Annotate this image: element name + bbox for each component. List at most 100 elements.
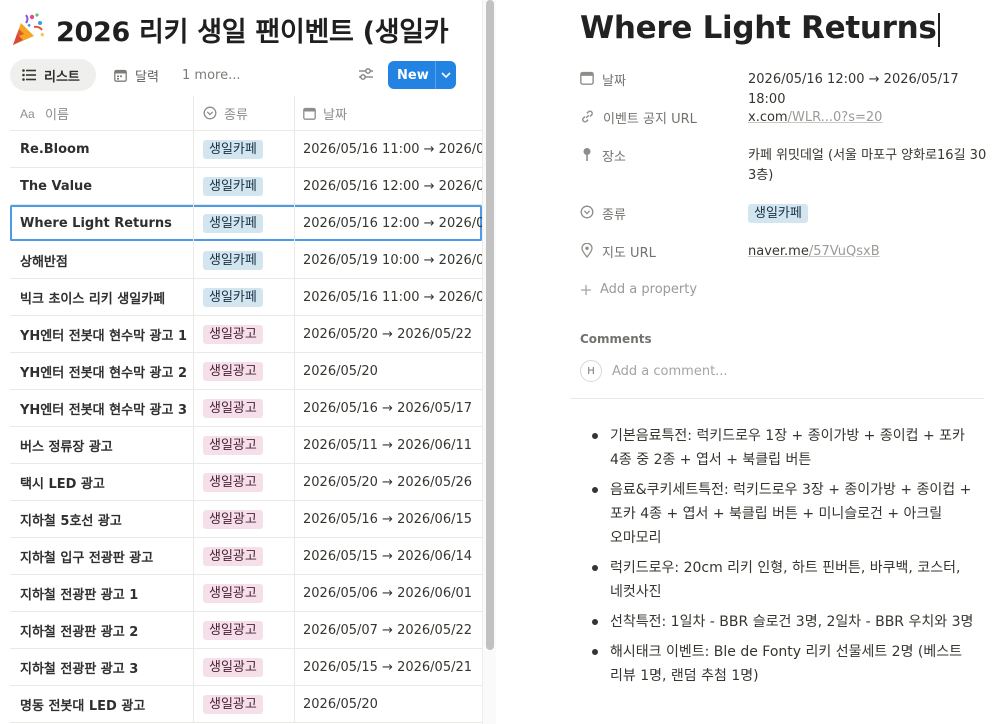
- property-key-type[interactable]: 종류: [580, 204, 748, 224]
- property-key-map-url[interactable]: 지도 URL: [580, 242, 748, 262]
- row-date-cell[interactable]: 2026/05/06 → 2026/06/01: [295, 575, 482, 611]
- bullet-item[interactable]: 해시태크 이벤트: Ble de Fonty 리키 선물세트 2명 (베스트 리…: [592, 640, 984, 688]
- property-value-type[interactable]: 생일카페: [748, 204, 990, 224]
- row-type-cell[interactable]: 생일광고: [194, 390, 295, 426]
- row-date-cell[interactable]: 2026/05/20 → 2026/05/22: [295, 316, 482, 352]
- table-row[interactable]: YH엔터 전봇대 현수막 광고 2 생일광고 2026/05/20: [10, 353, 482, 390]
- property-key-date[interactable]: 날짜: [580, 70, 748, 110]
- bullet-text[interactable]: 기본음료특전: 럭키드로우 1장 + 종이가방 + 종이컵 + 포카 4종 중 …: [610, 428, 965, 468]
- row-type-cell[interactable]: 생일카페: [194, 242, 295, 278]
- bullet-item[interactable]: 선착특전: 1일차 - BBR 슬로건 3명, 2일차 - BBR 우치와 3명: [592, 610, 984, 634]
- page-title-text[interactable]: Where Light Returns: [580, 10, 937, 46]
- event-url-path[interactable]: /WLR...0?s=20: [788, 110, 883, 125]
- row-type-cell[interactable]: 생일광고: [194, 686, 295, 722]
- row-name-cell[interactable]: 버스 정류장 광고: [10, 427, 194, 463]
- row-date-cell[interactable]: 2026/05/16 → 2026/06/15: [295, 501, 482, 537]
- row-type-cell[interactable]: 생일광고: [194, 538, 295, 574]
- table-row[interactable]: 빅크 초이스 리키 생일카페 생일카페 2026/05/16 11:00 → 202…: [10, 279, 482, 316]
- row-date-cell[interactable]: 2026/05/16 12:00 → 2026/05: [295, 205, 482, 241]
- column-header-date[interactable]: 날짜: [295, 96, 482, 130]
- property-value-map-url[interactable]: naver.me/57VuQsxB: [748, 242, 990, 262]
- row-date-cell[interactable]: 2026/05/07 → 2026/05/22: [295, 612, 482, 648]
- row-name-cell[interactable]: YH엔터 전봇대 현수막 광고 1: [10, 316, 194, 352]
- row-type-cell[interactable]: 생일광고: [194, 612, 295, 648]
- bullet-text[interactable]: 럭키드로우: 20cm 리키 인형, 하트 핀버튼, 바쿠백, 코스터, 네컷사…: [610, 560, 960, 600]
- row-name-cell[interactable]: 빅크 초이스 리키 생일카페: [10, 279, 194, 315]
- row-name-cell[interactable]: YH엔터 전봇대 현수막 광고 2: [10, 353, 194, 389]
- row-type-cell[interactable]: 생일광고: [194, 649, 295, 685]
- table-row[interactable]: 버스 정류장 광고 생일광고 2026/05/11 → 2026/06/11: [10, 427, 482, 464]
- table-row[interactable]: 지하철 전광판 광고 1 생일광고 2026/05/06 → 2026/06/01: [10, 575, 482, 612]
- property-value-place[interactable]: 카페 위밋데얼 (서울 마포구 양화로16길 30 3층): [748, 146, 990, 186]
- property-event-url[interactable]: 이벤트 공지 URL x.com/WLR...0?s=20: [580, 108, 990, 128]
- comment-input[interactable]: Add a comment...: [612, 364, 728, 379]
- table-row[interactable]: 명동 전봇대 LED 광고 생일광고 2026/05/20: [10, 686, 482, 723]
- row-name-cell[interactable]: 지하철 전광판 광고 1: [10, 575, 194, 611]
- property-map-url[interactable]: 지도 URL naver.me/57VuQsxB: [580, 242, 990, 262]
- add-property-button[interactable]: Add a property: [580, 282, 697, 297]
- row-name-cell[interactable]: 명동 전봇대 LED 광고: [10, 686, 194, 722]
- property-key-place[interactable]: 장소: [580, 146, 748, 186]
- map-url-domain[interactable]: naver.me: [748, 244, 809, 259]
- more-views-button[interactable]: 1 more...: [182, 59, 240, 91]
- row-type-cell[interactable]: 생일카페: [194, 279, 295, 315]
- row-type-cell[interactable]: 생일카페: [194, 205, 295, 241]
- type-tag[interactable]: 생일카페: [748, 204, 808, 223]
- property-type[interactable]: 종류 생일카페: [580, 204, 990, 224]
- row-type-cell[interactable]: 생일광고: [194, 427, 295, 463]
- table-row[interactable]: 상해반점 생일카페 2026/05/19 10:00 → 2026/05: [10, 242, 482, 279]
- row-name-cell[interactable]: YH엔터 전봇대 현수막 광고 3: [10, 390, 194, 426]
- row-date-cell[interactable]: 2026/05/16 → 2026/05/17: [295, 390, 482, 426]
- row-type-cell[interactable]: 생일카페: [194, 131, 295, 167]
- row-date-cell[interactable]: 2026/05/11 → 2026/06/11: [295, 427, 482, 463]
- property-place[interactable]: 장소 카페 위밋데얼 (서울 마포구 양화로16길 30 3층): [580, 146, 990, 186]
- list-scrollbar[interactable]: [482, 0, 496, 724]
- scrollbar-thumb[interactable]: [486, 0, 494, 650]
- settings-sliders-icon[interactable]: [358, 67, 374, 81]
- table-row[interactable]: YH엔터 전봇대 현수막 광고 1 생일광고 2026/05/20 → 2026/0…: [10, 316, 482, 353]
- table-row[interactable]: 지하철 전광판 광고 3 생일광고 2026/05/15 → 2026/05/21: [10, 649, 482, 686]
- column-header-name[interactable]: Aa 이름: [10, 96, 194, 130]
- chevron-down-icon[interactable]: [436, 72, 456, 78]
- bullet-item[interactable]: 럭키드로우: 20cm 리키 인형, 하트 핀버튼, 바쿠백, 코스터, 네컷사…: [592, 556, 984, 604]
- bullet-text[interactable]: 선착특전: 1일차 - BBR 슬로건 3명, 2일차 - BBR 우치와 3명: [610, 614, 973, 630]
- bullet-item[interactable]: 기본음료특전: 럭키드로우 1장 + 종이가방 + 종이컵 + 포카 4종 중 …: [592, 424, 984, 472]
- event-url-domain[interactable]: x.com: [748, 110, 788, 125]
- tab-list-view[interactable]: 리스트: [10, 59, 96, 91]
- map-url-path[interactable]: /57VuQsxB: [809, 244, 880, 259]
- row-type-cell[interactable]: 생일광고: [194, 316, 295, 352]
- table-row[interactable]: Where Light Returns 생일카페 2026/05/16 12:00 …: [10, 205, 482, 242]
- row-date-cell[interactable]: 2026/05/20: [295, 686, 482, 722]
- row-date-cell[interactable]: 2026/05/20 → 2026/05/26: [295, 464, 482, 500]
- table-row[interactable]: Re.Bloom 생일카페 2026/05/16 11:00 → 2026/05: [10, 131, 482, 168]
- property-key-event-url[interactable]: 이벤트 공지 URL: [580, 108, 748, 128]
- row-type-cell[interactable]: 생일광고: [194, 501, 295, 537]
- row-type-cell[interactable]: 생일카페: [194, 168, 295, 204]
- tab-calendar-view[interactable]: 달력: [110, 59, 159, 91]
- row-name-cell[interactable]: 지하철 5호선 광고: [10, 501, 194, 537]
- row-date-cell[interactable]: 2026/05/16 11:00 → 2026/05: [295, 279, 482, 315]
- row-date-cell[interactable]: 2026/05/16 11:00 → 2026/05: [295, 131, 482, 167]
- table-row[interactable]: 지하철 전광판 광고 2 생일광고 2026/05/07 → 2026/05/22: [10, 612, 482, 649]
- row-name-cell[interactable]: 지하철 전광판 광고 2: [10, 612, 194, 648]
- row-type-cell[interactable]: 생일광고: [194, 464, 295, 500]
- row-name-cell[interactable]: 상해반점: [10, 242, 194, 278]
- row-name-cell[interactable]: 택시 LED 광고: [10, 464, 194, 500]
- database-title[interactable]: 2026 리키 생일 팬이벤트 (생일카: [56, 10, 449, 49]
- table-row[interactable]: 지하철 5호선 광고 생일광고 2026/05/16 → 2026/06/15: [10, 501, 482, 538]
- page-title[interactable]: Where Light Returns: [580, 10, 940, 47]
- row-name-cell[interactable]: 지하철 입구 전광판 광고: [10, 538, 194, 574]
- row-date-cell[interactable]: 2026/05/15 → 2026/05/21: [295, 649, 482, 685]
- comment-composer[interactable]: H Add a comment...: [580, 360, 728, 382]
- row-type-cell[interactable]: 생일광고: [194, 575, 295, 611]
- bullet-text[interactable]: 해시태크 이벤트: Ble de Fonty 리키 선물세트 2명 (베스트 리…: [610, 644, 962, 684]
- column-header-type[interactable]: 종류: [194, 96, 295, 130]
- row-date-cell[interactable]: 2026/05/19 10:00 → 2026/05: [295, 242, 482, 278]
- row-date-cell[interactable]: 2026/05/16 12:00 → 2026/05: [295, 168, 482, 204]
- row-name-cell[interactable]: 지하철 전광판 광고 3: [10, 649, 194, 685]
- row-date-cell[interactable]: 2026/05/20: [295, 353, 482, 389]
- table-row[interactable]: YH엔터 전봇대 현수막 광고 3 생일광고 2026/05/16 → 2026/0…: [10, 390, 482, 427]
- new-button[interactable]: New: [388, 61, 456, 89]
- property-date[interactable]: 날짜 2026/05/16 12:00 → 2026/05/17 18:00: [580, 70, 990, 110]
- bullet-text[interactable]: 음료&쿠키세트특전: 럭키드로우 3장 + 종이가방 + 종이컵 + 포카 4종…: [610, 482, 971, 546]
